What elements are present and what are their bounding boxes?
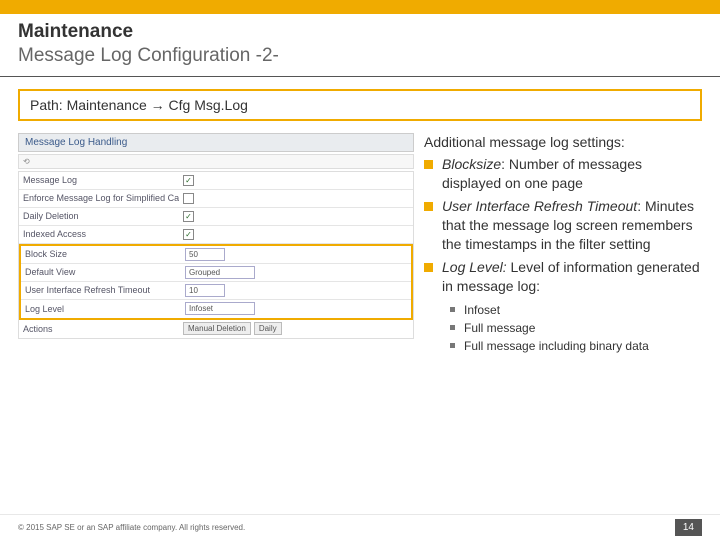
panel-toolbar: ⟲ bbox=[18, 154, 414, 169]
row-default-view: Default View Grouped bbox=[21, 264, 411, 282]
list-item: Infoset bbox=[450, 302, 702, 318]
list-item: Blocksize: Number of messages displayed … bbox=[424, 155, 702, 193]
footer: © 2015 SAP SE or an SAP affiliate compan… bbox=[0, 514, 720, 540]
checkbox-icon[interactable]: ✓ bbox=[183, 175, 194, 186]
checkbox-icon[interactable] bbox=[183, 193, 194, 204]
config-table: Message Log ✓ Enforce Message Log for Si… bbox=[18, 171, 414, 339]
path-box: Path: Maintenance → Cfg Msg.Log bbox=[18, 89, 702, 121]
cfg-label: Indexed Access bbox=[19, 227, 179, 241]
cfg-label: Default View bbox=[21, 265, 181, 279]
cfg-label: Enforce Message Log for Simplified Calls bbox=[19, 191, 179, 205]
list-item: Full message bbox=[450, 320, 702, 336]
accent-bar bbox=[0, 0, 720, 14]
row-enforce: Enforce Message Log for Simplified Calls bbox=[19, 190, 413, 208]
notes-sublist: Infoset Full message Full message includ… bbox=[424, 302, 702, 355]
checkbox-icon[interactable]: ✓ bbox=[183, 229, 194, 240]
row-log-level: Log Level Infoset bbox=[21, 300, 411, 318]
cfg-label: Message Log bbox=[19, 173, 179, 187]
content-area: Message Log Handling ⟲ Message Log ✓ Enf… bbox=[0, 129, 720, 357]
notes-heading: Additional message log settings: bbox=[424, 133, 702, 152]
path-text: Path: Maintenance → Cfg Msg.Log bbox=[30, 97, 248, 113]
cfg-label: Log Level bbox=[21, 302, 181, 316]
manual-deletion-button[interactable]: Manual Deletion bbox=[183, 322, 251, 335]
log-level-select[interactable]: Infoset bbox=[185, 302, 255, 315]
title-strong: Maintenance bbox=[18, 21, 133, 42]
list-item: User Interface Refresh Timeout: Minutes … bbox=[424, 197, 702, 254]
cfg-label: Block Size bbox=[21, 247, 181, 261]
config-screenshot: Message Log Handling ⟲ Message Log ✓ Enf… bbox=[18, 133, 414, 357]
term: Log Level: bbox=[442, 259, 507, 275]
row-block-size: Block Size 50 bbox=[21, 246, 411, 264]
slide-title: Maintenance Message Log Configuration -2… bbox=[18, 20, 702, 68]
panel-title: Message Log Handling bbox=[18, 133, 414, 152]
cfg-label: User Interface Refresh Timeout bbox=[21, 283, 181, 297]
checkbox-icon[interactable]: ✓ bbox=[183, 211, 194, 222]
list-item: Full message including binary data bbox=[450, 338, 702, 354]
row-daily-deletion: Daily Deletion ✓ bbox=[19, 208, 413, 226]
notes-list: Blocksize: Number of messages displayed … bbox=[424, 155, 702, 295]
term: User Interface Refresh Timeout bbox=[442, 198, 637, 214]
cfg-label: Daily Deletion bbox=[19, 209, 179, 223]
notes-panel: Additional message log settings: Blocksi… bbox=[424, 133, 702, 357]
daily-button[interactable]: Daily bbox=[254, 322, 282, 335]
row-indexed-access: Indexed Access ✓ bbox=[19, 226, 413, 244]
default-view-select[interactable]: Grouped bbox=[185, 266, 255, 279]
title-subtitle: Message Log Configuration -2- bbox=[18, 45, 279, 66]
highlight-box: Block Size 50 Default View Grouped User … bbox=[19, 244, 413, 320]
refresh-timeout-input[interactable]: 10 bbox=[185, 284, 225, 297]
slide-header: Maintenance Message Log Configuration -2… bbox=[0, 14, 720, 77]
cfg-label: Actions bbox=[19, 322, 179, 336]
term: Blocksize bbox=[442, 156, 501, 172]
row-ui-refresh-timeout: User Interface Refresh Timeout 10 bbox=[21, 282, 411, 300]
row-actions: Actions Manual Deletion Daily bbox=[19, 320, 413, 338]
page-number: 14 bbox=[675, 519, 702, 536]
row-message-log: Message Log ✓ bbox=[19, 172, 413, 190]
list-item: Log Level: Level of information generate… bbox=[424, 258, 702, 296]
blocksize-input[interactable]: 50 bbox=[185, 248, 225, 261]
copyright-text: © 2015 SAP SE or an SAP affiliate compan… bbox=[18, 523, 245, 532]
